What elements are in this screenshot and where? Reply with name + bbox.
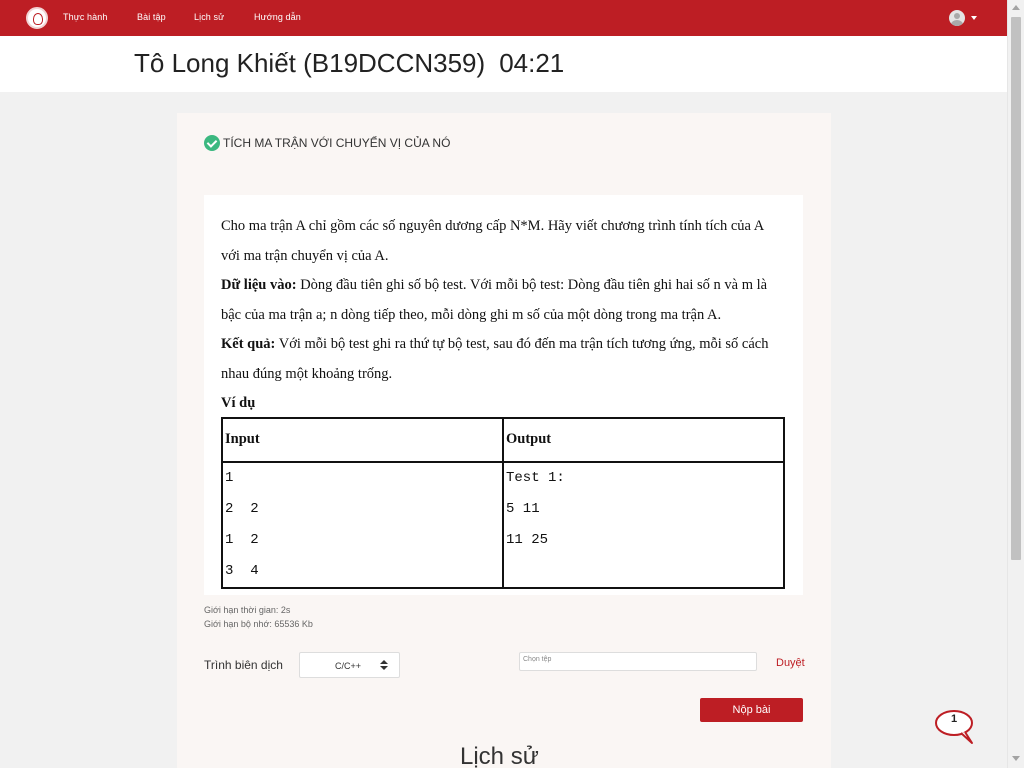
sample-input-line: 3 4 [225,562,259,579]
input-label: Dữ liệu vào: [221,277,297,293]
student-name: Tô Long Khiết (B19DCCN359) [134,48,486,78]
time-limit: Giới hạn thời gian: 2s [204,605,291,615]
sample-table-header-row: Input Output [221,417,785,463]
avatar[interactable] [949,10,965,26]
output-text: Với mỗi bộ test ghi ra thứ tự bộ test, s… [221,336,769,382]
file-input[interactable]: Chọn tệp [519,652,757,671]
sample-table: Input Output 1 2 2 1 2 3 4 Test 1: 5 11 … [221,417,785,589]
limits: Giới hạn thời gian: 2s Giới hạn bộ nhớ: … [204,603,313,631]
memory-limit: Giới hạn bộ nhớ: 65536 Kb [204,619,313,629]
input-description: Dữ liệu vào: Dòng đầu tiên ghi số bộ tes… [221,271,786,330]
problem-title: TÍCH MA TRẬN VỚI CHUYỂN VỊ CỦA NÓ [223,136,451,150]
sample-input-cell: 1 2 2 1 2 3 4 [221,460,504,589]
input-text: Dòng đầu tiên ghi số bộ test. Với mỗi bộ… [221,277,768,323]
check-circle-icon [204,135,220,151]
output-description: Kết quả: Với mỗi bộ test ghi ra thứ tự b… [221,330,786,389]
page-title: Tô Long Khiết (B19DCCN359) 04:21 [134,48,564,79]
output-label: Kết quả: [221,336,276,352]
sample-output-line: 11 25 [506,531,549,548]
history-heading: Lịch sử [460,743,539,768]
compiler-label: Trình biên dịch [204,658,283,672]
scrollbar[interactable] [1007,0,1024,768]
problem-card: TÍCH MA TRẬN VỚI CHUYỂN VỊ CỦA NÓ Cho ma… [177,113,831,768]
sample-output-cell: Test 1: 5 11 11 25 [502,460,785,589]
logo-icon[interactable] [26,7,48,29]
scroll-up-icon[interactable] [1012,5,1020,10]
chat-count: 1 [950,713,958,725]
sample-output-line: Test 1: [506,469,565,486]
sample-input-header: Input [221,417,504,463]
sample-output-line: 5 11 [506,500,540,517]
browse-button[interactable]: Duyệt [776,657,805,669]
sample-output-header: Output [502,417,785,463]
countdown-timer: 04:21 [499,48,565,78]
nav-item-guide[interactable]: Hướng dẫn [254,12,301,22]
compiler-value: C/C++ [335,661,362,671]
sample-table-row: 1 2 2 1 2 3 4 Test 1: 5 11 11 25 [221,460,785,589]
statement-text: Cho ma trận A chỉ gồm các số nguyên dươn… [221,218,764,264]
scroll-thumb[interactable] [1011,17,1021,560]
compiler-select[interactable]: C/C++ [299,652,400,678]
problem-heading: TÍCH MA TRẬN VỚI CHUYỂN VỊ CỦA NÓ [204,135,450,151]
chat-bubble-icon[interactable]: 1 [935,709,975,745]
sample-input-line: 1 [225,469,234,486]
nav-item-history[interactable]: Lịch sử [194,12,224,22]
user-menu-chevron-down-icon[interactable] [971,16,977,20]
top-navbar: Thực hành Bài tập Lịch sử Hướng dẫn [0,0,1007,36]
sample-input-line: 1 2 [225,531,259,548]
nav-item-practice[interactable]: Thực hành [63,12,107,22]
problem-statement: Cho ma trận A chỉ gồm các số nguyên dươn… [204,195,803,595]
submit-button[interactable]: Nộp bài [700,698,803,722]
file-input-placeholder: Chọn tệp [523,656,552,663]
select-arrows-icon [380,660,388,672]
example-heading: Ví dụ [221,395,256,411]
title-strip: Tô Long Khiết (B19DCCN359) 04:21 [0,36,1007,92]
scroll-down-icon[interactable] [1012,756,1020,761]
sample-input-line: 2 2 [225,500,259,517]
nav-item-exercises[interactable]: Bài tập [137,12,166,22]
